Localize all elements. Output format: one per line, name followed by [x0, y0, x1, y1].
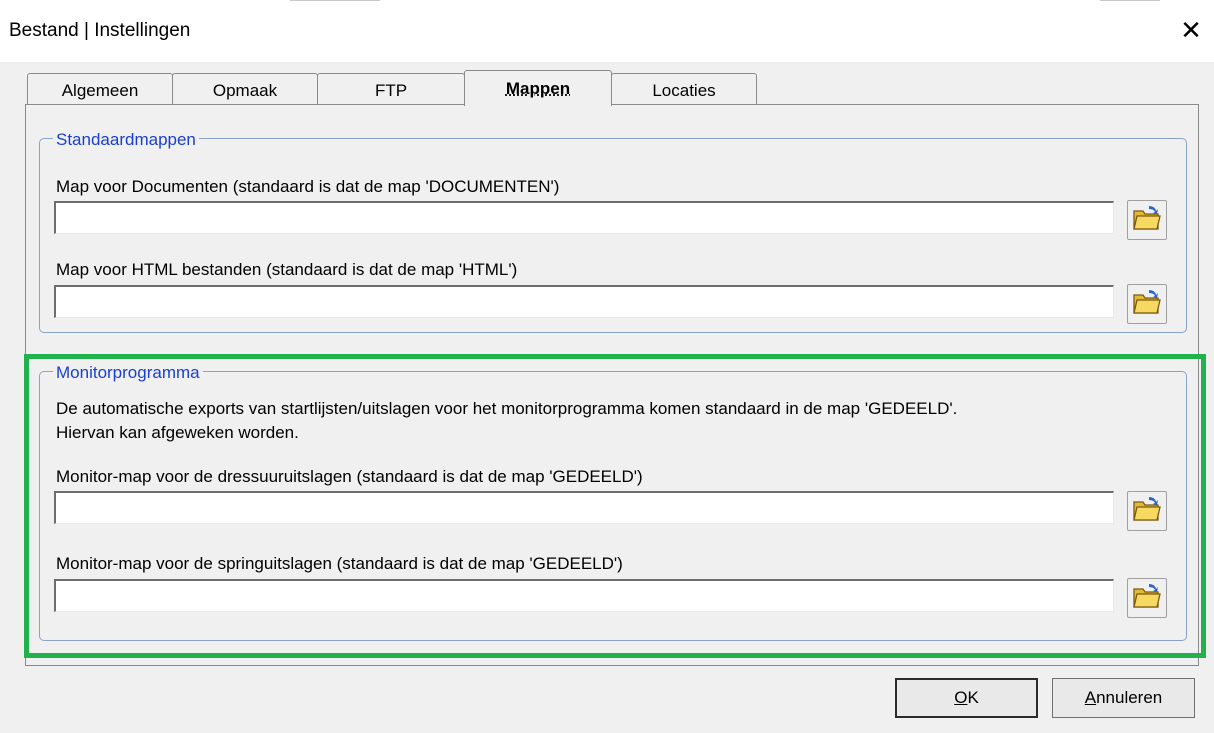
ok-access-key: O: [954, 688, 968, 707]
cancel-access-key: A: [1084, 688, 1097, 707]
folder-open-icon: [1132, 495, 1162, 528]
window-title: Bestand | Instellingen: [9, 20, 191, 41]
tab-label: Mappen: [505, 79, 571, 98]
dressuur-folder-label: Monitor-map voor de dressuuruitslagen (s…: [56, 467, 643, 486]
close-icon[interactable]: ✕: [1176, 10, 1206, 50]
folder-open-icon: [1132, 582, 1162, 615]
tab-label: Algemeen: [61, 81, 139, 100]
html-folder-input[interactable]: [54, 285, 1114, 318]
tab-opmaak[interactable]: Opmaak: [172, 73, 318, 106]
title-bar-decoration: [290, 0, 380, 4]
tab-label: FTP: [374, 81, 408, 100]
documenten-folder-label: Map voor Documenten (standaard is dat de…: [56, 177, 560, 196]
spring-folder-input[interactable]: [54, 579, 1114, 612]
browse-dressuur-button[interactable]: [1127, 491, 1167, 531]
spring-folder-label: Monitor-map voor de springuitslagen (sta…: [56, 554, 623, 573]
browse-spring-button[interactable]: [1127, 578, 1167, 618]
documenten-folder-input[interactable]: [54, 201, 1114, 234]
monitor-description-line1: De automatische exports van startlijsten…: [56, 399, 958, 418]
tab-ftp[interactable]: FTP: [317, 73, 465, 106]
title-bar-decoration: [1100, 0, 1160, 4]
title-bar: Bestand | Instellingen ✕: [0, 0, 1214, 62]
tab-panel-mappen: Standaardmappen Map voor Documenten (sta…: [25, 104, 1199, 666]
dressuur-folder-input[interactable]: [54, 491, 1114, 524]
folder-open-icon: [1132, 204, 1162, 237]
tab-label: Opmaak: [212, 81, 278, 100]
tab-label: Locaties: [652, 81, 716, 100]
browse-html-button[interactable]: [1127, 284, 1167, 324]
ok-button[interactable]: OK: [895, 678, 1038, 718]
ok-label-rest: K: [967, 688, 979, 707]
folder-open-icon: [1132, 288, 1162, 321]
group-standaardmappen-legend: Standaardmappen: [53, 130, 199, 150]
group-monitorprogramma-legend: Monitorprogramma: [53, 363, 203, 383]
browse-documenten-button[interactable]: [1127, 200, 1167, 240]
monitor-description-line2: Hiervan kan afgeweken worden.: [56, 423, 299, 442]
tab-locaties[interactable]: Locaties: [611, 73, 757, 106]
tab-algemeen[interactable]: Algemeen: [27, 73, 173, 106]
cancel-label-rest: nnuleren: [1096, 688, 1163, 707]
html-folder-label: Map voor HTML bestanden (standaard is da…: [56, 260, 518, 279]
cancel-button[interactable]: Annuleren: [1052, 678, 1195, 718]
tab-mappen[interactable]: Mappen: [464, 70, 612, 106]
